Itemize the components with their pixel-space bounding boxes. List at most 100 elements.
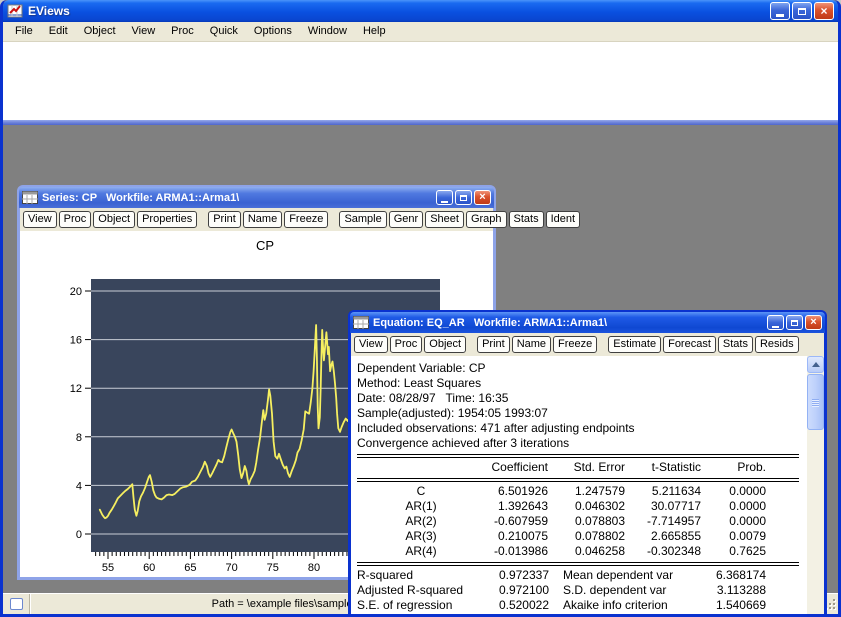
- coef-cell: AR(4): [405, 544, 437, 558]
- series-titlebar[interactable]: Series: CP Workfile: ARMA1::Arma1\ ×: [19, 187, 494, 208]
- equation-window-icon: [353, 316, 369, 329]
- coef-cell: C: [416, 484, 426, 498]
- toolbar-button-name[interactable]: Name: [511, 336, 552, 353]
- stat-label: S.D. dependent var: [563, 583, 667, 597]
- toolbar-button-graph[interactable]: Graph: [465, 211, 507, 228]
- restore-icon[interactable]: [786, 315, 803, 330]
- coef-table-header: Coefficient Std. Error t-Statistic Prob.: [357, 460, 824, 475]
- coef-cell: 0.0000: [729, 484, 766, 498]
- toolbar-button-forecast[interactable]: Forecast: [663, 336, 716, 353]
- stat-value: 0.972100: [498, 583, 549, 597]
- vertical-scrollbar[interactable]: [807, 356, 824, 614]
- toolbar-button-name[interactable]: Name: [242, 211, 283, 228]
- menu-item-quick[interactable]: Quick: [202, 22, 246, 41]
- stat-label: S.E. of regression: [357, 598, 453, 612]
- toolbar-button-resids[interactable]: Resids: [754, 336, 799, 353]
- scroll-up-icon[interactable]: [807, 356, 824, 373]
- toolbar-button-stats[interactable]: Stats: [717, 336, 753, 353]
- toolbar-group: Estimate Forecast Stats Resids: [607, 336, 799, 353]
- stat-gap: [549, 568, 563, 583]
- toolbar-button-estimate[interactable]: Estimate: [608, 336, 662, 353]
- close-icon[interactable]: ×: [474, 190, 491, 205]
- menu-item-help[interactable]: Help: [355, 22, 394, 41]
- restore-icon[interactable]: [792, 2, 812, 20]
- stat-value: 1.540669: [715, 598, 766, 612]
- double-rule: [357, 478, 799, 482]
- stat-gap: [549, 598, 563, 613]
- regression-header-line: Sample(adjusted): 1954:05 1993:07: [357, 406, 548, 420]
- equation-toolbar: View Proc Object Print Name Freeze Estimate For…: [351, 333, 824, 356]
- regression-header: Dependent Variable: CP Method: Least Squa…: [351, 356, 824, 451]
- minimize-icon[interactable]: [767, 315, 784, 330]
- regression-output: Dependent Variable: CP Method: Least Squa…: [351, 356, 824, 614]
- toolbar-button-object[interactable]: Object: [93, 211, 136, 228]
- stat-value: 126.0173: [485, 613, 549, 614]
- minimize-icon[interactable]: [770, 2, 790, 20]
- app-title: EViews: [28, 4, 70, 18]
- close-icon[interactable]: ×: [814, 2, 834, 20]
- stat-value: 0.520022: [498, 598, 549, 612]
- regression-header-line: Date: 08/28/97 Time: 16:35: [357, 391, 509, 405]
- coef-cell: 30.07717: [650, 499, 701, 513]
- toolbar-button-freeze[interactable]: Freeze: [553, 336, 598, 353]
- equation-window: Equation: EQ_AR Workfile: ARMA1::Arma1\ …: [348, 310, 827, 614]
- equation-titlebar[interactable]: Equation: EQ_AR Workfile: ARMA1::Arma1\ …: [350, 312, 825, 333]
- coef-cell: 0.078803: [574, 514, 625, 528]
- coef-cell: 1.392643: [497, 499, 548, 513]
- coef-cell: 0.078802: [574, 529, 625, 543]
- regression-header-line: Method: Least Squares: [357, 376, 482, 390]
- series-window-icon: [22, 191, 38, 204]
- coef-col-header: Std. Error: [573, 460, 625, 474]
- close-icon[interactable]: ×: [805, 315, 822, 330]
- coef-cell: -0.302348: [646, 544, 701, 558]
- coef-cell: 5.211634: [651, 484, 701, 498]
- restore-icon[interactable]: [455, 190, 472, 205]
- coef-cell: AR(1): [405, 499, 437, 513]
- toolbar-button-sheet[interactable]: Sheet: [425, 211, 464, 228]
- menu-item-view[interactable]: View: [124, 22, 164, 41]
- menu-item-file[interactable]: File: [7, 22, 41, 41]
- toolbar-group: Sample Genr Sheet Graph Stats Ident: [338, 211, 581, 228]
- toolbar-button-print[interactable]: Print: [477, 336, 510, 353]
- toolbar-button-stats[interactable]: Stats: [508, 211, 544, 228]
- toolbar-button-view[interactable]: View: [354, 336, 388, 353]
- menu-item-object[interactable]: Object: [76, 22, 124, 41]
- coef-cell: 0.210075: [497, 529, 548, 543]
- menu-item-proc[interactable]: Proc: [163, 22, 202, 41]
- toolbar-group: Print Name Freeze: [207, 211, 329, 228]
- double-rule: [357, 562, 799, 566]
- capture-box-icon[interactable]: [9, 598, 23, 610]
- toolbar-button-freeze[interactable]: Freeze: [284, 211, 329, 228]
- toolbar-button-print[interactable]: Print: [208, 211, 241, 228]
- menu-item-options[interactable]: Options: [246, 22, 300, 41]
- stat-gap: [549, 583, 563, 598]
- stat-label: Akaike info criterion: [563, 598, 668, 612]
- toolbar-button-object[interactable]: Object: [424, 336, 467, 353]
- toolbar-button-sample[interactable]: Sample: [339, 211, 387, 228]
- menu-item-edit[interactable]: Edit: [41, 22, 76, 41]
- app-titlebar[interactable]: EViews ×: [3, 0, 838, 22]
- toolbar-button-proc[interactable]: Proc: [389, 336, 423, 353]
- toolbar-button-genr[interactable]: Genr: [388, 211, 424, 228]
- regression-header-line: Convergence achieved after 3 iterations: [357, 436, 570, 450]
- regression-header-line: Included observations: 471 after adjusti…: [357, 421, 635, 435]
- toolbar-button-view[interactable]: View: [23, 211, 57, 228]
- y-tick-label: 16: [70, 335, 82, 347]
- coef-cell: 0.0000: [729, 499, 766, 513]
- coef-cell: 0.0079: [729, 529, 766, 543]
- toolbar-button-ident[interactable]: Ident: [545, 211, 581, 228]
- scrollbar-thumb[interactable]: [807, 374, 824, 430]
- toolbar-button-properties[interactable]: Properties: [137, 211, 198, 228]
- minimize-icon[interactable]: [436, 190, 453, 205]
- coef-cell: -7.714957: [646, 514, 701, 528]
- stat-gap: [549, 613, 563, 614]
- regression-header-line: Dependent Variable: CP: [357, 361, 486, 375]
- toolbar-button-proc[interactable]: Proc: [58, 211, 92, 228]
- coef-table: C 6.501926 1.247579 5.211634 0.0000 AR(1) 1.39…: [357, 484, 824, 559]
- x-tick-label: 70: [225, 562, 237, 574]
- coef-col-header: t-Statistic: [651, 460, 701, 474]
- menu-item-window[interactable]: Window: [300, 22, 355, 41]
- command-input[interactable]: [3, 42, 838, 120]
- coef-cell: AR(2): [405, 514, 437, 528]
- y-tick-label: 0: [76, 529, 82, 541]
